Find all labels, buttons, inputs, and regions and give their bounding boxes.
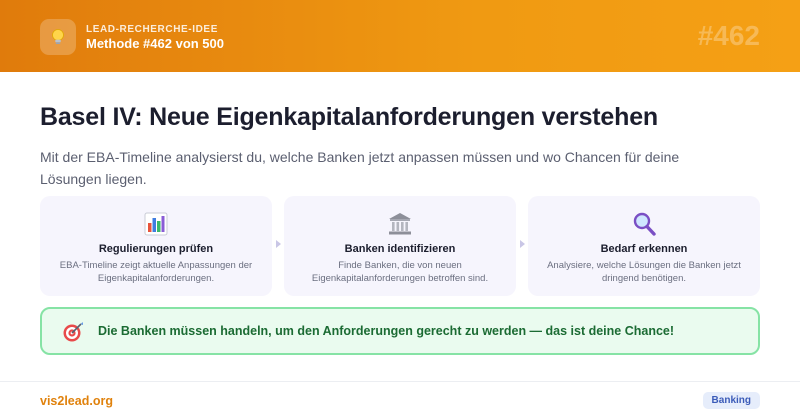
method-number: #462 [697, 20, 760, 51]
bar-chart-icon [142, 210, 170, 238]
callout-box: Die Banken müssen handeln, um den Anford… [40, 307, 760, 355]
magnifier-icon [630, 210, 658, 238]
step-description: Finde Banken, die von neuen Eigenkapital… [311, 260, 489, 284]
page-title: Basel IV: Neue Eigenkapitalanforderungen… [40, 103, 658, 131]
header-banner: LEAD-RECHERCHE-IDEE Methode #462 von 500… [0, 0, 800, 72]
bank-building-icon [386, 210, 414, 238]
step-description: Analysiere, welche Lösungen die Banken j… [547, 260, 741, 284]
target-icon [62, 321, 84, 343]
category-badge: Banking [702, 392, 760, 409]
step-title: Banken identifizieren [344, 243, 456, 255]
footer-brand-link[interactable]: vis2lead.org [40, 394, 113, 408]
method-counter: Methode #462 von 500 [86, 36, 224, 51]
header-kicker: LEAD-RECHERCHE-IDEE [86, 24, 218, 35]
lightbulb-icon [40, 19, 76, 55]
step-title: Bedarf erkennen [600, 243, 688, 255]
step-card-banks: Banken identifizieren Finde Banken, die … [284, 196, 516, 296]
page-subtitle: Mit der EBA-Timeline analysierst du, wel… [40, 149, 680, 187]
step-title: Regulierungen prüfen [98, 243, 214, 255]
chevron-right-icon [276, 240, 281, 248]
footer-divider [0, 381, 800, 382]
step-card-needs: Bedarf erkennen Analysiere, welche Lösun… [528, 196, 760, 296]
callout-text: Die Banken müssen handeln, um den Anford… [98, 324, 675, 338]
step-description: EBA-Timeline zeigt aktuelle Anpassungen … [59, 260, 253, 284]
chevron-right-icon [520, 240, 525, 248]
step-card-regulations: Regulierungen prüfen EBA-Timeline zeigt … [40, 196, 272, 296]
